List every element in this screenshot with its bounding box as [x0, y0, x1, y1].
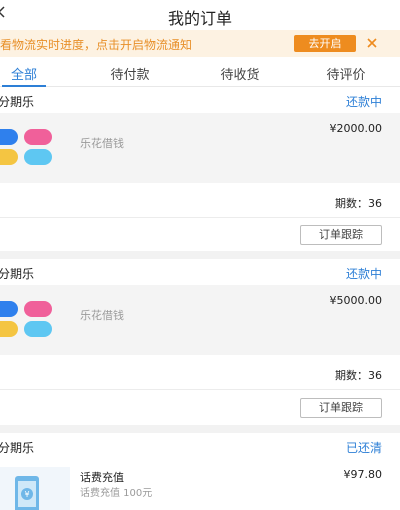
top-bar: 我的订单 [0, 0, 400, 30]
tab-pending-receipt[interactable]: 待收货 [200, 64, 280, 83]
shop-name: 分期乐 [0, 95, 35, 109]
installment-periods: 期数：36 [335, 369, 382, 382]
tab-all[interactable]: 全部 [0, 64, 64, 83]
item-name: 乐花借钱 [80, 137, 124, 150]
track-order-button[interactable]: 订单跟踪 [300, 398, 382, 418]
order-card[interactable]: 分期乐 还款中 乐花借钱 ¥5000.00 期数：36 订单跟踪 [0, 259, 400, 425]
status-badge: 已还清 [345, 441, 382, 455]
tab-pending-payment[interactable]: 待付款 [90, 64, 170, 83]
close-icon[interactable] [366, 37, 378, 49]
item-name: 乐花借钱 [80, 309, 124, 322]
installment-periods: 期数：36 [335, 197, 382, 210]
order-tabs: 全部 待付款 待收货 待评价 [0, 57, 400, 87]
svg-text:¥: ¥ [24, 490, 29, 499]
page-title: 我的订单 [167, 9, 232, 28]
tab-pending-review[interactable]: 待评价 [306, 64, 386, 83]
order-item[interactable]: 乐花借钱 ¥5000.00 [0, 285, 400, 355]
phone-recharge-icon: ¥ [15, 476, 39, 510]
order-card[interactable]: 分期乐 还款中 乐花借钱 ¥2000.00 期数：36 订单跟踪 [0, 87, 400, 251]
item-subtitle: 话费充值 100元 [80, 488, 153, 499]
item-price: ¥5000.00 [329, 294, 383, 307]
divider [0, 217, 400, 218]
recharge-thumbnail: ¥ [0, 467, 70, 510]
order-item[interactable]: ¥ 话费充值 话费充值 100元 ¥97.80 [0, 459, 400, 510]
order-header: 分期乐 已还清 [0, 433, 400, 459]
track-order-button[interactable]: 订单跟踪 [300, 225, 382, 245]
item-name: 话费充值 [80, 471, 124, 484]
item-price: ¥2000.00 [329, 122, 383, 135]
logistics-notice-bar: 看物流实时进度，点击开启物流通知 去开启 [0, 30, 400, 57]
order-header: 分期乐 还款中 [0, 87, 400, 113]
notice-text: 看物流实时进度，点击开启物流通知 [0, 38, 193, 52]
order-card[interactable]: 分期乐 已还清 ¥ 话费充值 话费充值 100元 ¥97.80 [0, 433, 400, 510]
status-badge: 还款中 [345, 267, 382, 281]
fenqile-logo-icon [0, 301, 52, 337]
shop-name: 分期乐 [0, 267, 35, 281]
order-header: 分期乐 还款中 [0, 259, 400, 285]
divider [0, 389, 400, 390]
item-price: ¥97.80 [343, 468, 383, 481]
fenqile-logo-icon [0, 129, 52, 165]
status-badge: 还款中 [345, 95, 382, 109]
order-item[interactable]: 乐花借钱 ¥2000.00 [0, 113, 400, 183]
enable-notification-button[interactable]: 去开启 [294, 35, 356, 52]
shop-name: 分期乐 [0, 441, 35, 455]
